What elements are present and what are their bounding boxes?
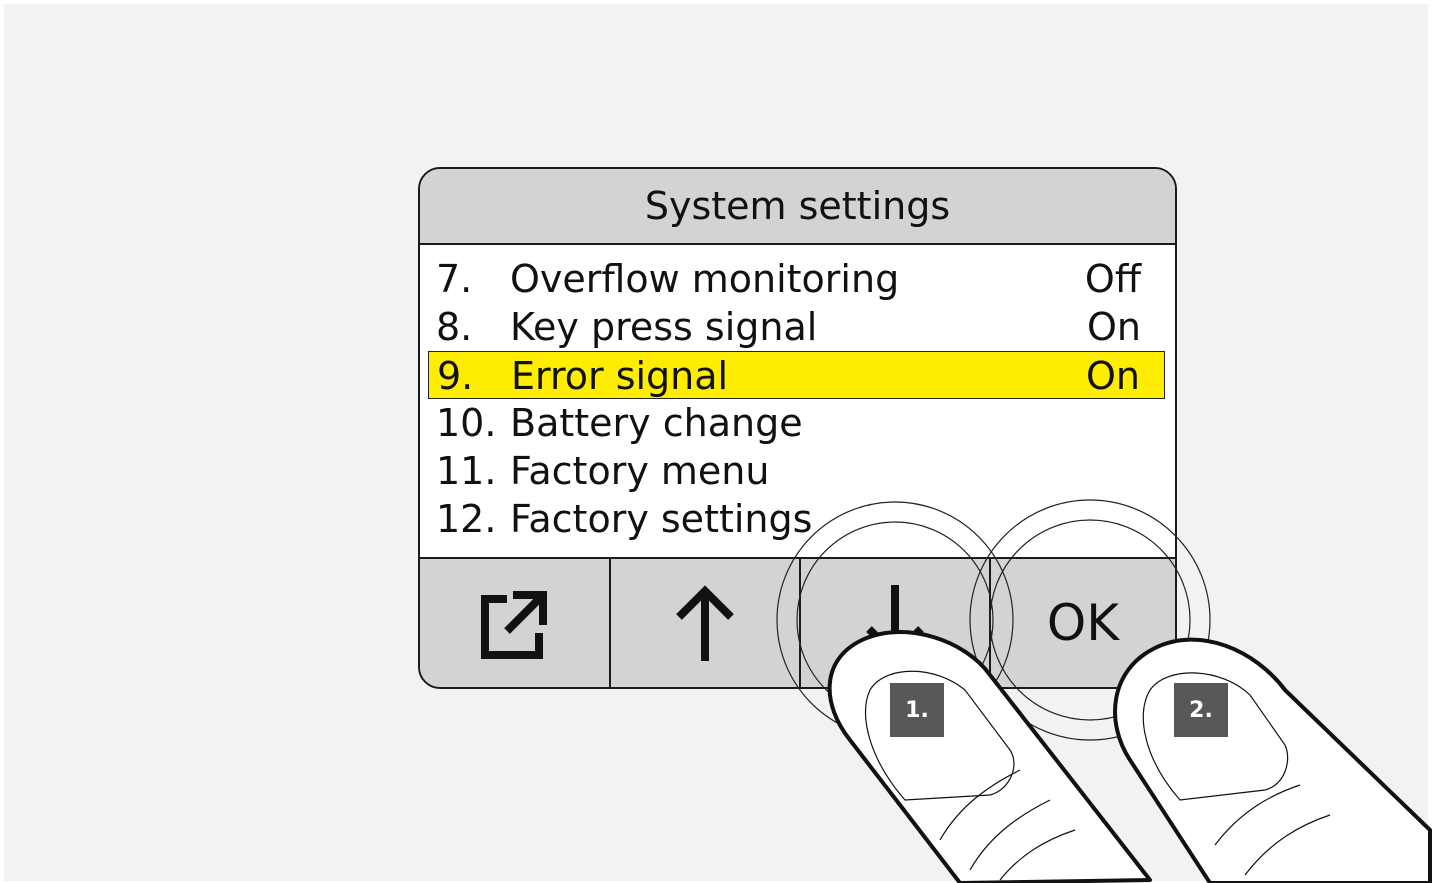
exit-icon — [480, 591, 547, 659]
menu-item-label: Key press signal — [510, 305, 818, 349]
menu-item-number: 7. — [436, 257, 473, 301]
menu-item-key-press-signal[interactable]: 8. Key press signal On — [428, 303, 1165, 351]
menu-item-label: Factory settings — [510, 497, 813, 541]
menu-item-label: Battery change — [510, 401, 803, 445]
menu-item-number: 12. — [436, 497, 497, 541]
menu-item-label: Error signal — [511, 354, 729, 398]
arrow-down-icon — [866, 585, 924, 661]
menu-item-factory-menu[interactable]: 11. Factory menu — [428, 447, 1165, 495]
menu-item-number: 11. — [436, 449, 497, 493]
menu-item-error-signal[interactable]: 9. Error signal On — [428, 351, 1165, 399]
menu-item-overflow-monitoring[interactable]: 7. Overflow monitoring Off — [428, 255, 1165, 303]
down-button[interactable] — [799, 559, 989, 687]
settings-menu: 7. Overflow monitoring Off 8. Key press … — [420, 255, 1175, 543]
step-1-badge: 1. — [890, 683, 944, 737]
soft-key-bar: OK — [420, 557, 1175, 687]
menu-item-number: 8. — [436, 305, 473, 349]
ok-button[interactable]: OK — [989, 559, 1175, 687]
menu-item-value: On — [1086, 354, 1140, 398]
up-button[interactable] — [609, 559, 799, 687]
ok-label: OK — [1046, 594, 1120, 652]
menu-item-number: 9. — [437, 354, 474, 398]
menu-item-label: Factory menu — [510, 449, 770, 493]
menu-item-value: Off — [1084, 257, 1141, 301]
arrow-up-icon — [676, 585, 734, 661]
menu-item-battery-change[interactable]: 10. Battery change — [428, 399, 1165, 447]
device-display: System settings 7. Overflow monitoring O… — [418, 167, 1177, 689]
menu-item-number: 10. — [436, 401, 497, 445]
menu-item-label: Overflow monitoring — [510, 257, 900, 301]
step-2-badge: 2. — [1174, 683, 1228, 737]
menu-item-factory-settings[interactable]: 12. Factory settings — [428, 495, 1165, 543]
screen-title: System settings — [420, 169, 1175, 245]
menu-item-value: On — [1087, 305, 1141, 349]
exit-button[interactable] — [420, 559, 609, 687]
